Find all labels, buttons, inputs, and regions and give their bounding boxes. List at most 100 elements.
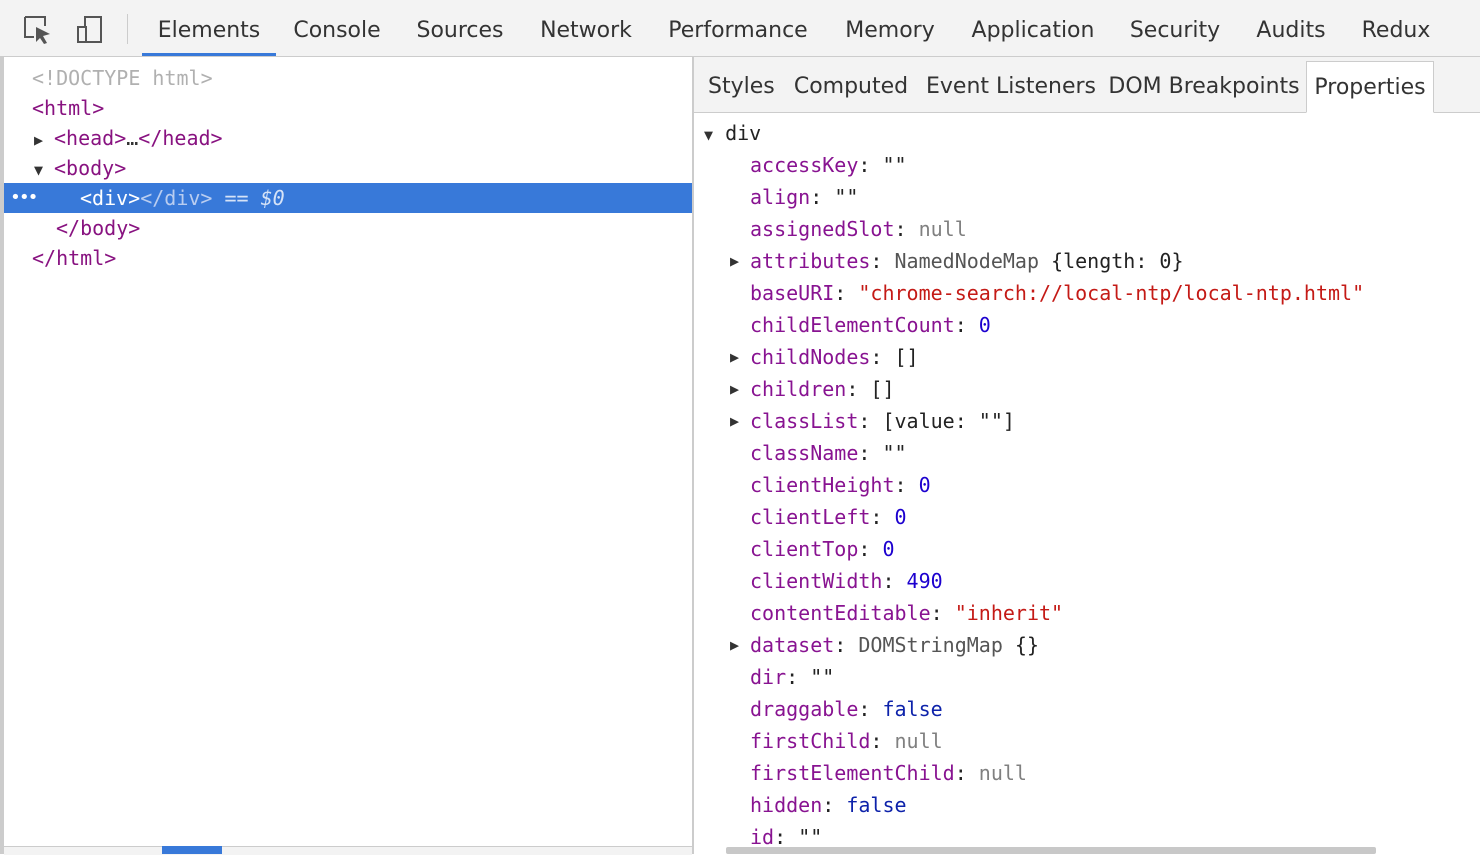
property-colon: : <box>858 697 883 721</box>
property-row-firstelementchild[interactable]: firstElementChild: null <box>750 757 1027 789</box>
property-value: "" <box>882 153 907 177</box>
tab-sources[interactable]: Sources <box>412 0 508 56</box>
property-colon: : <box>834 281 859 305</box>
property-value: null <box>978 761 1027 785</box>
tab-network[interactable]: Network <box>534 0 638 56</box>
tab-console[interactable]: Console <box>288 0 386 56</box>
elements-dom-tree: <!DOCTYPE html> <html> ▶ <head>…</head> ▼… <box>0 57 692 854</box>
property-name: children <box>750 377 847 401</box>
tab-event-listeners[interactable]: Event Listeners <box>926 61 1096 113</box>
property-row-clienttop[interactable]: clientTop: 0 <box>750 533 895 565</box>
tab-memory[interactable]: Memory <box>838 0 942 56</box>
tab-styles[interactable]: Styles <box>708 61 775 113</box>
property-row-hidden[interactable]: hidden: false <box>750 789 907 821</box>
property-colon: : <box>870 729 895 753</box>
property-value: "" <box>882 441 907 465</box>
property-row-clientleft[interactable]: clientLeft: 0 <box>750 501 907 533</box>
dom-html-open[interactable]: <html> <box>4 93 692 123</box>
property-row-classlist[interactable]: ▶ classList: [value: ""] <box>730 405 1015 437</box>
tab-audits[interactable]: Audits <box>1250 0 1332 56</box>
property-row-contenteditable[interactable]: contentEditable: "inherit" <box>750 597 1063 629</box>
property-row-childelementcount[interactable]: childElementCount: 0 <box>750 309 991 341</box>
property-row-dir[interactable]: dir: "" <box>750 661 834 693</box>
property-name: hidden <box>750 793 823 817</box>
property-value: "inherit" <box>954 601 1064 625</box>
expand-triangle-icon[interactable]: ▶ <box>730 341 739 373</box>
tab-security[interactable]: Security <box>1124 0 1226 56</box>
property-row-attributes[interactable]: ▶ attributes: NamedNodeMap {length: 0} <box>730 245 1184 277</box>
property-value: false <box>882 697 943 721</box>
expand-triangle-icon[interactable]: ▶ <box>730 245 739 277</box>
tab-elements[interactable]: Elements <box>142 0 276 56</box>
property-name: childElementCount <box>750 313 955 337</box>
property-row-align[interactable]: align: "" <box>750 181 858 213</box>
sidebar-pane: Styles Computed Event Listeners DOM Brea… <box>694 57 1480 854</box>
more-actions-icon[interactable]: ••• <box>10 183 38 213</box>
property-name: childNodes <box>750 345 871 369</box>
property-colon: : <box>774 825 799 849</box>
collapse-triangle-icon[interactable]: ▼ <box>34 155 54 185</box>
dom-head[interactable]: ▶ <head>…</head> <box>4 123 692 153</box>
property-colon: : <box>870 505 895 529</box>
property-value: "chrome-search://local-ntp/local-ntp.htm… <box>858 281 1365 305</box>
property-row-firstchild[interactable]: firstChild: null <box>750 725 943 757</box>
tab-redux[interactable]: Redux <box>1356 0 1436 56</box>
property-name: firstElementChild <box>750 761 955 785</box>
horizontal-scrollbar[interactable] <box>726 847 1376 854</box>
tab-application[interactable]: Application <box>966 0 1100 56</box>
property-row-draggable[interactable]: draggable: false <box>750 693 943 725</box>
property-row-dataset[interactable]: ▶ dataset: DOMStringMap {} <box>730 629 1039 661</box>
property-value: 0 <box>894 505 907 529</box>
breadcrumb-active-item[interactable] <box>162 846 222 854</box>
property-row-clientheight[interactable]: clientHeight: 0 <box>750 469 931 501</box>
property-row-assignedslot[interactable]: assignedSlot: null <box>750 213 967 245</box>
device-toolbar-icon[interactable] <box>74 14 106 46</box>
property-name: id <box>750 825 775 849</box>
html-open-tag: <html> <box>32 96 105 120</box>
property-colon: : <box>858 537 883 561</box>
property-value: 490 <box>906 569 943 593</box>
expand-triangle-icon[interactable]: ▶ <box>730 629 739 661</box>
property-value: "" <box>798 825 823 849</box>
expand-triangle-icon[interactable]: ▶ <box>34 125 54 155</box>
property-name: clientLeft <box>750 505 871 529</box>
tab-dom-breakpoints[interactable]: DOM Breakpoints <box>1104 61 1304 113</box>
property-name: classList <box>750 409 859 433</box>
tab-properties[interactable]: Properties <box>1306 61 1434 113</box>
property-colon: : <box>894 217 919 241</box>
devtools-toolbar: Elements Console Sources Network Perform… <box>0 0 1480 57</box>
dom-body-close[interactable]: </body> <box>4 213 692 243</box>
property-row-baseuri[interactable]: baseURI: "chrome-search://local-ntp/loca… <box>750 277 1364 309</box>
property-row-childnodes[interactable]: ▶ childNodes: [] <box>730 341 919 373</box>
property-row-accesskey[interactable]: accessKey: "" <box>750 149 907 181</box>
property-colon: : <box>870 345 895 369</box>
property-colon: : <box>846 377 871 401</box>
dom-html-close[interactable]: </html> <box>4 243 692 273</box>
dom-doctype[interactable]: <!DOCTYPE html> <box>4 63 692 93</box>
property-row-clientwidth[interactable]: clientWidth: 490 <box>750 565 943 597</box>
property-name: baseURI <box>750 281 835 305</box>
expand-triangle-icon[interactable]: ▶ <box>730 373 739 405</box>
property-value: [value: ""] <box>882 409 1015 433</box>
property-name: assignedSlot <box>750 217 895 241</box>
collapse-triangle-icon[interactable]: ▼ <box>704 126 713 144</box>
expand-triangle-icon[interactable]: ▶ <box>730 405 739 437</box>
property-row-children[interactable]: ▶ children: [] <box>730 373 895 405</box>
property-name: draggable <box>750 697 859 721</box>
property-name: firstChild <box>750 729 871 753</box>
dom-div-selected[interactable]: ••• <div></div> == $0 <box>4 183 692 213</box>
property-colon: : <box>786 665 811 689</box>
body-open-tag: <body> <box>54 156 127 180</box>
property-row-classname[interactable]: className: "" <box>750 437 907 469</box>
property-colon: : <box>810 185 835 209</box>
property-value: "" <box>834 185 859 209</box>
property-value: [] <box>894 345 919 369</box>
inspect-element-icon[interactable] <box>22 14 54 46</box>
property-value: DOMStringMap <box>858 633 1003 657</box>
dom-body-open[interactable]: ▼ <body> <box>4 153 692 183</box>
properties-header[interactable]: ▼ div <box>704 117 761 149</box>
head-close-tag: </head> <box>138 126 223 150</box>
property-name: clientHeight <box>750 473 895 497</box>
tab-performance[interactable]: Performance <box>664 0 812 56</box>
tab-computed[interactable]: Computed <box>792 61 910 113</box>
